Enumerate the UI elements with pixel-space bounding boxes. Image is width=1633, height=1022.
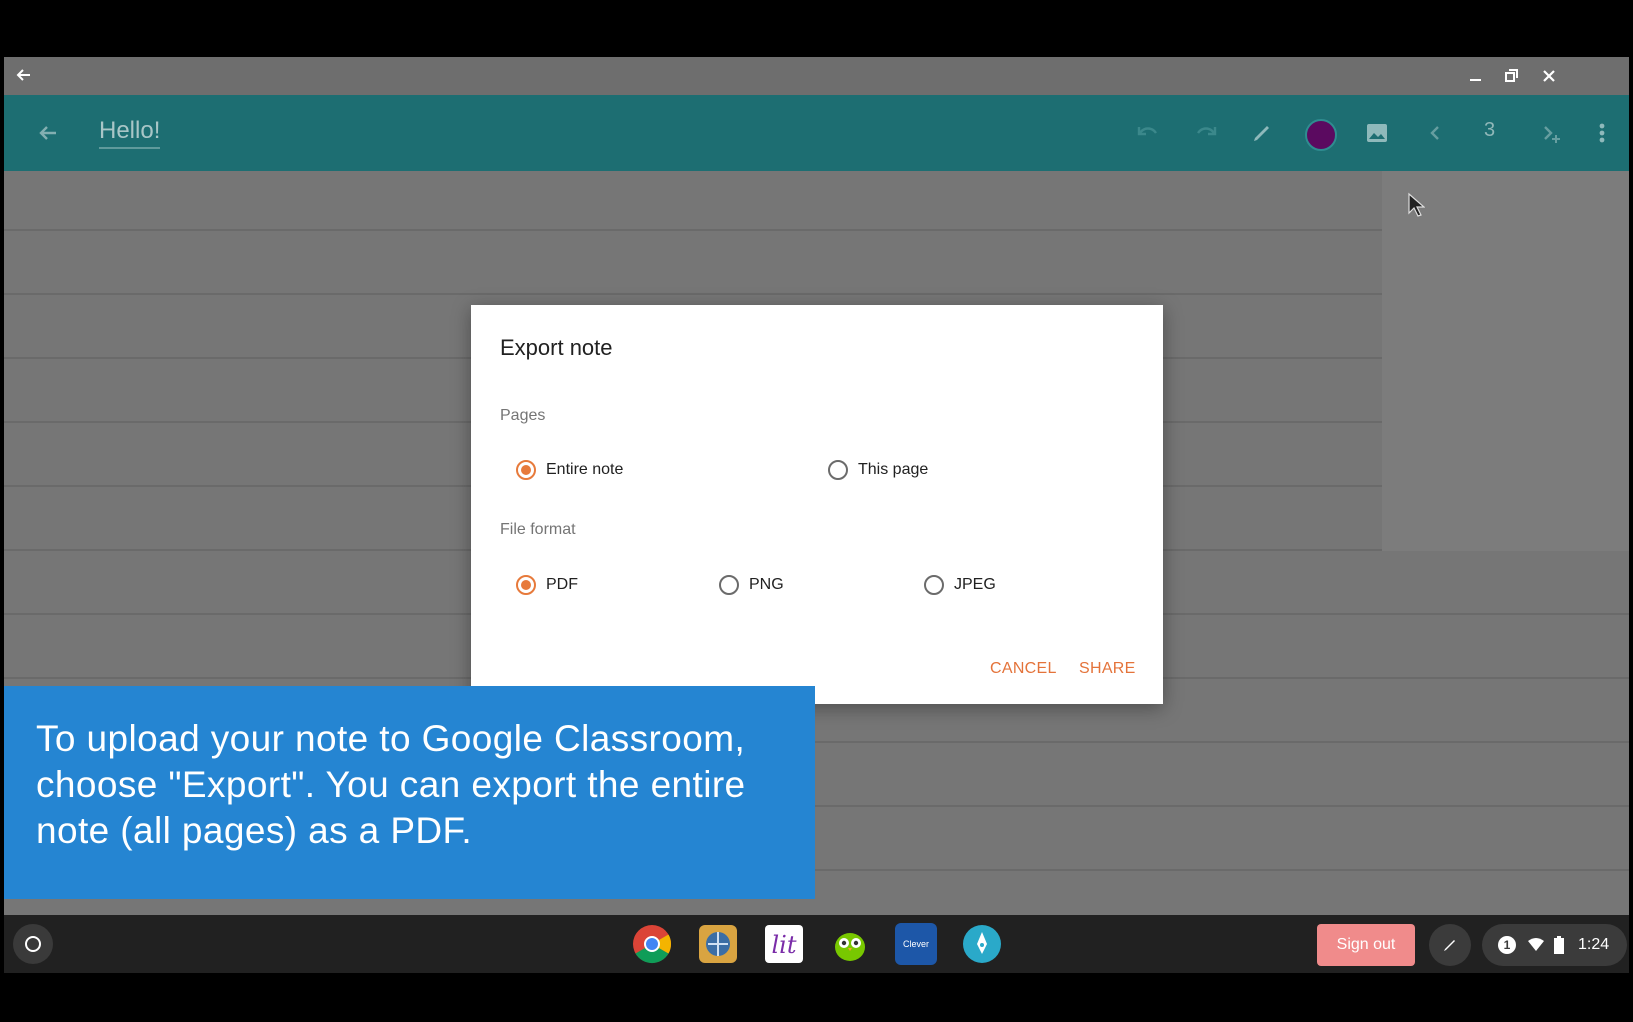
radio-label: PNG — [749, 576, 784, 593]
lit-app-icon[interactable]: lit — [763, 923, 805, 965]
restore-icon[interactable] — [1502, 66, 1522, 86]
stylus-icon — [1444, 940, 1455, 951]
more-vert-icon[interactable] — [1588, 119, 1616, 147]
owl-app-icon[interactable] — [829, 923, 871, 965]
note-title[interactable]: Hello! — [99, 117, 161, 149]
cancel-button[interactable]: CANCEL — [990, 660, 1057, 678]
overflow-menu-shadow — [1382, 171, 1629, 551]
clever-app-icon[interactable]: Clever — [895, 923, 937, 965]
radio-pdf[interactable]: PDF — [516, 575, 578, 595]
export-note-dialog: Export note Pages Entire note This page … — [471, 305, 1163, 704]
radio-unchecked-icon — [828, 460, 848, 480]
share-button[interactable]: SHARE — [1079, 660, 1136, 678]
pen-app-icon[interactable] — [961, 923, 1003, 965]
notification-badge: 1 — [1498, 936, 1516, 954]
chrome-icon[interactable] — [631, 923, 673, 965]
chevron-left-icon[interactable] — [1421, 119, 1449, 147]
radio-unchecked-icon — [719, 575, 739, 595]
add-page-icon[interactable] — [1537, 119, 1565, 147]
radio-label: PDF — [546, 576, 578, 593]
radio-jpeg[interactable]: JPEG — [924, 575, 996, 595]
page-number: 3 — [1484, 119, 1496, 141]
radio-unchecked-icon — [924, 575, 944, 595]
globe-app-icon[interactable] — [697, 923, 739, 965]
arrow-left-icon[interactable] — [34, 119, 62, 147]
sign-out-button[interactable]: Sign out — [1317, 924, 1415, 966]
window-caption-bar — [4, 57, 1629, 95]
radio-this-page[interactable]: This page — [828, 460, 928, 480]
file-format-label: File format — [500, 521, 576, 538]
clock-time: 1:24 — [1578, 936, 1610, 953]
svg-text:lit: lit — [772, 931, 797, 959]
radio-label: This page — [858, 461, 929, 478]
status-tray[interactable]: 1 1:24 — [1482, 924, 1627, 966]
color-swatch[interactable] — [1305, 119, 1337, 151]
battery-icon — [1554, 936, 1564, 954]
pages-label: Pages — [500, 407, 546, 424]
radio-entire-note[interactable]: Entire note — [516, 460, 623, 480]
minimize-icon[interactable] — [1466, 66, 1486, 86]
stylus-tools-button[interactable] — [1429, 924, 1471, 966]
dialog-title: Export note — [500, 335, 613, 360]
radio-label: JPEG — [954, 576, 996, 593]
tutorial-caption: To upload your note to Google Classroom,… — [4, 686, 815, 899]
pen-icon[interactable] — [1248, 119, 1276, 147]
app-toolbar: Hello! 3 — [4, 95, 1629, 171]
launcher-button[interactable] — [13, 924, 53, 964]
radio-checked-icon — [516, 460, 536, 480]
close-icon[interactable] — [1539, 66, 1559, 86]
radio-label: Entire note — [546, 461, 624, 478]
wifi-icon — [1528, 938, 1544, 951]
arrow-left-icon[interactable] — [14, 65, 34, 85]
radio-checked-icon — [516, 575, 536, 595]
radio-png[interactable]: PNG — [719, 575, 784, 595]
chromeos-shelf: lit Clever Sign out 1 1:24 — [4, 915, 1629, 973]
redo-icon[interactable] — [1192, 119, 1220, 147]
mouse-cursor-icon — [1408, 192, 1425, 217]
image-icon[interactable] — [1363, 119, 1391, 147]
undo-icon[interactable] — [1134, 119, 1162, 147]
caption-text: To upload your note to Google Classroom,… — [36, 718, 746, 851]
